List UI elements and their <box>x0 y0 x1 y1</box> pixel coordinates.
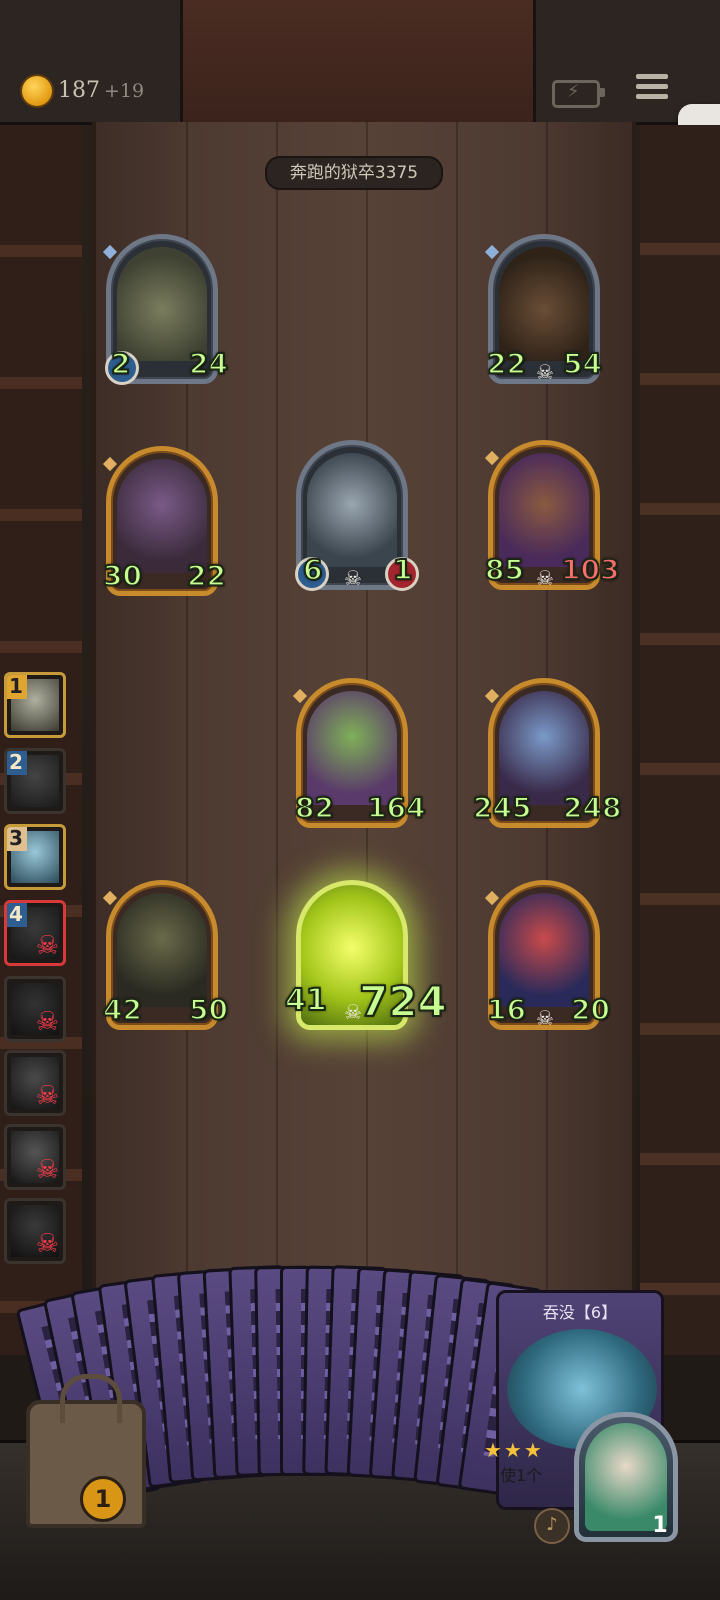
queue-slot[interactable]: 3 <box>4 824 66 890</box>
card-stat-right: 1 <box>392 552 414 587</box>
board-card[interactable]: 30 22 <box>102 446 227 596</box>
card-stat-right: 22 <box>186 558 227 593</box>
card-stat-right: 724 <box>358 976 448 1027</box>
queue-slot[interactable]: ☠ <box>4 1124 66 1190</box>
queue-slot[interactable]: ☠ <box>4 976 66 1042</box>
card-stat-right: 50 <box>188 992 229 1027</box>
queue-number: 2 <box>7 751 27 775</box>
board-card[interactable]: 85 ☠ 103 <box>484 440 620 590</box>
queue-slot[interactable]: 2 <box>4 748 66 814</box>
card-stat-right: 164 <box>366 790 426 825</box>
queue-slot[interactable]: 1 <box>4 672 66 738</box>
skull-icon: ☠ <box>35 1155 59 1185</box>
battery-icon: ⚡ <box>552 80 605 108</box>
bell-icon[interactable]: ♪ <box>534 1508 570 1544</box>
queue-slot[interactable]: ☠ <box>4 1050 66 1116</box>
featured-card-title: 吞没【6】 <box>542 1303 618 1322</box>
queue-slot-active[interactable]: 4 ☠ <box>4 900 66 966</box>
card-stat-left: 22 <box>486 346 527 381</box>
chest-count-badge: 1 <box>80 1476 126 1522</box>
board-card[interactable]: 42 50 <box>102 880 229 1030</box>
board-card[interactable]: 2 24 <box>102 234 229 385</box>
card-stat-left: 2 <box>110 346 132 381</box>
card-stat-right: 103 <box>560 552 620 587</box>
skull-icon: ☠ <box>536 360 554 384</box>
skull-icon: ☠ <box>35 931 59 961</box>
right-bookshelf <box>640 125 720 1355</box>
game-scene: 187+19 ⚡ ‹ 奔跑的狱卒3375 2 24 22 ☠ 54 30 22 <box>0 0 720 1600</box>
card-stat-left: 16 <box>486 992 527 1027</box>
board-card[interactable]: 82 164 <box>292 678 426 828</box>
card-stat-left: 42 <box>102 992 143 1027</box>
queue-number: 3 <box>7 827 27 851</box>
card-stat-left: 82 <box>294 790 335 825</box>
menu-button[interactable] <box>636 74 668 106</box>
board-card[interactable]: 16 ☠ 20 <box>484 880 611 1030</box>
coin-counter: 187 +19 <box>58 78 144 103</box>
card-rarity-stars: ★★★ <box>484 1438 544 1462</box>
card-stat-right: 248 <box>562 790 622 825</box>
queue-number: 1 <box>7 675 27 699</box>
board-card[interactable]: 245 248 <box>472 678 622 828</box>
card-stat-right: 24 <box>188 346 229 381</box>
card-hint-text: 使1个 <box>500 1466 543 1485</box>
skull-icon: ☠ <box>344 566 362 590</box>
queue-slot[interactable]: ☠ <box>4 1198 66 1264</box>
card-stat-left: 30 <box>102 558 143 593</box>
queue-number: 4 <box>7 903 27 927</box>
board-card[interactable]: 6 ☠ 1 <box>295 440 419 591</box>
top-banner <box>180 0 536 122</box>
skull-icon: ☠ <box>536 1006 554 1030</box>
skull-icon: ☠ <box>35 1007 59 1037</box>
skull-icon: ☠ <box>536 566 554 590</box>
opponent-nameplate: 奔跑的狱卒3375 <box>265 156 443 190</box>
skull-icon: ☠ <box>35 1081 59 1111</box>
skull-icon: ☠ <box>35 1229 59 1259</box>
coin-amount: 187 <box>58 78 100 103</box>
board-card[interactable]: 22 ☠ 54 <box>484 234 603 384</box>
coin-icon <box>22 76 52 106</box>
board-card-glowing[interactable]: 41 ☠ 724 <box>284 880 448 1030</box>
hero-life-counter: 1 <box>636 1500 680 1544</box>
card-stat-left: 85 <box>484 552 525 587</box>
card-stat-right: 54 <box>562 346 603 381</box>
card-stat-left: 6 <box>302 552 324 587</box>
card-stat-left: 41 <box>284 982 328 1019</box>
coin-gain: +19 <box>104 80 145 102</box>
card-stat-right: 20 <box>570 992 611 1027</box>
card-stat-left: 245 <box>472 790 532 825</box>
